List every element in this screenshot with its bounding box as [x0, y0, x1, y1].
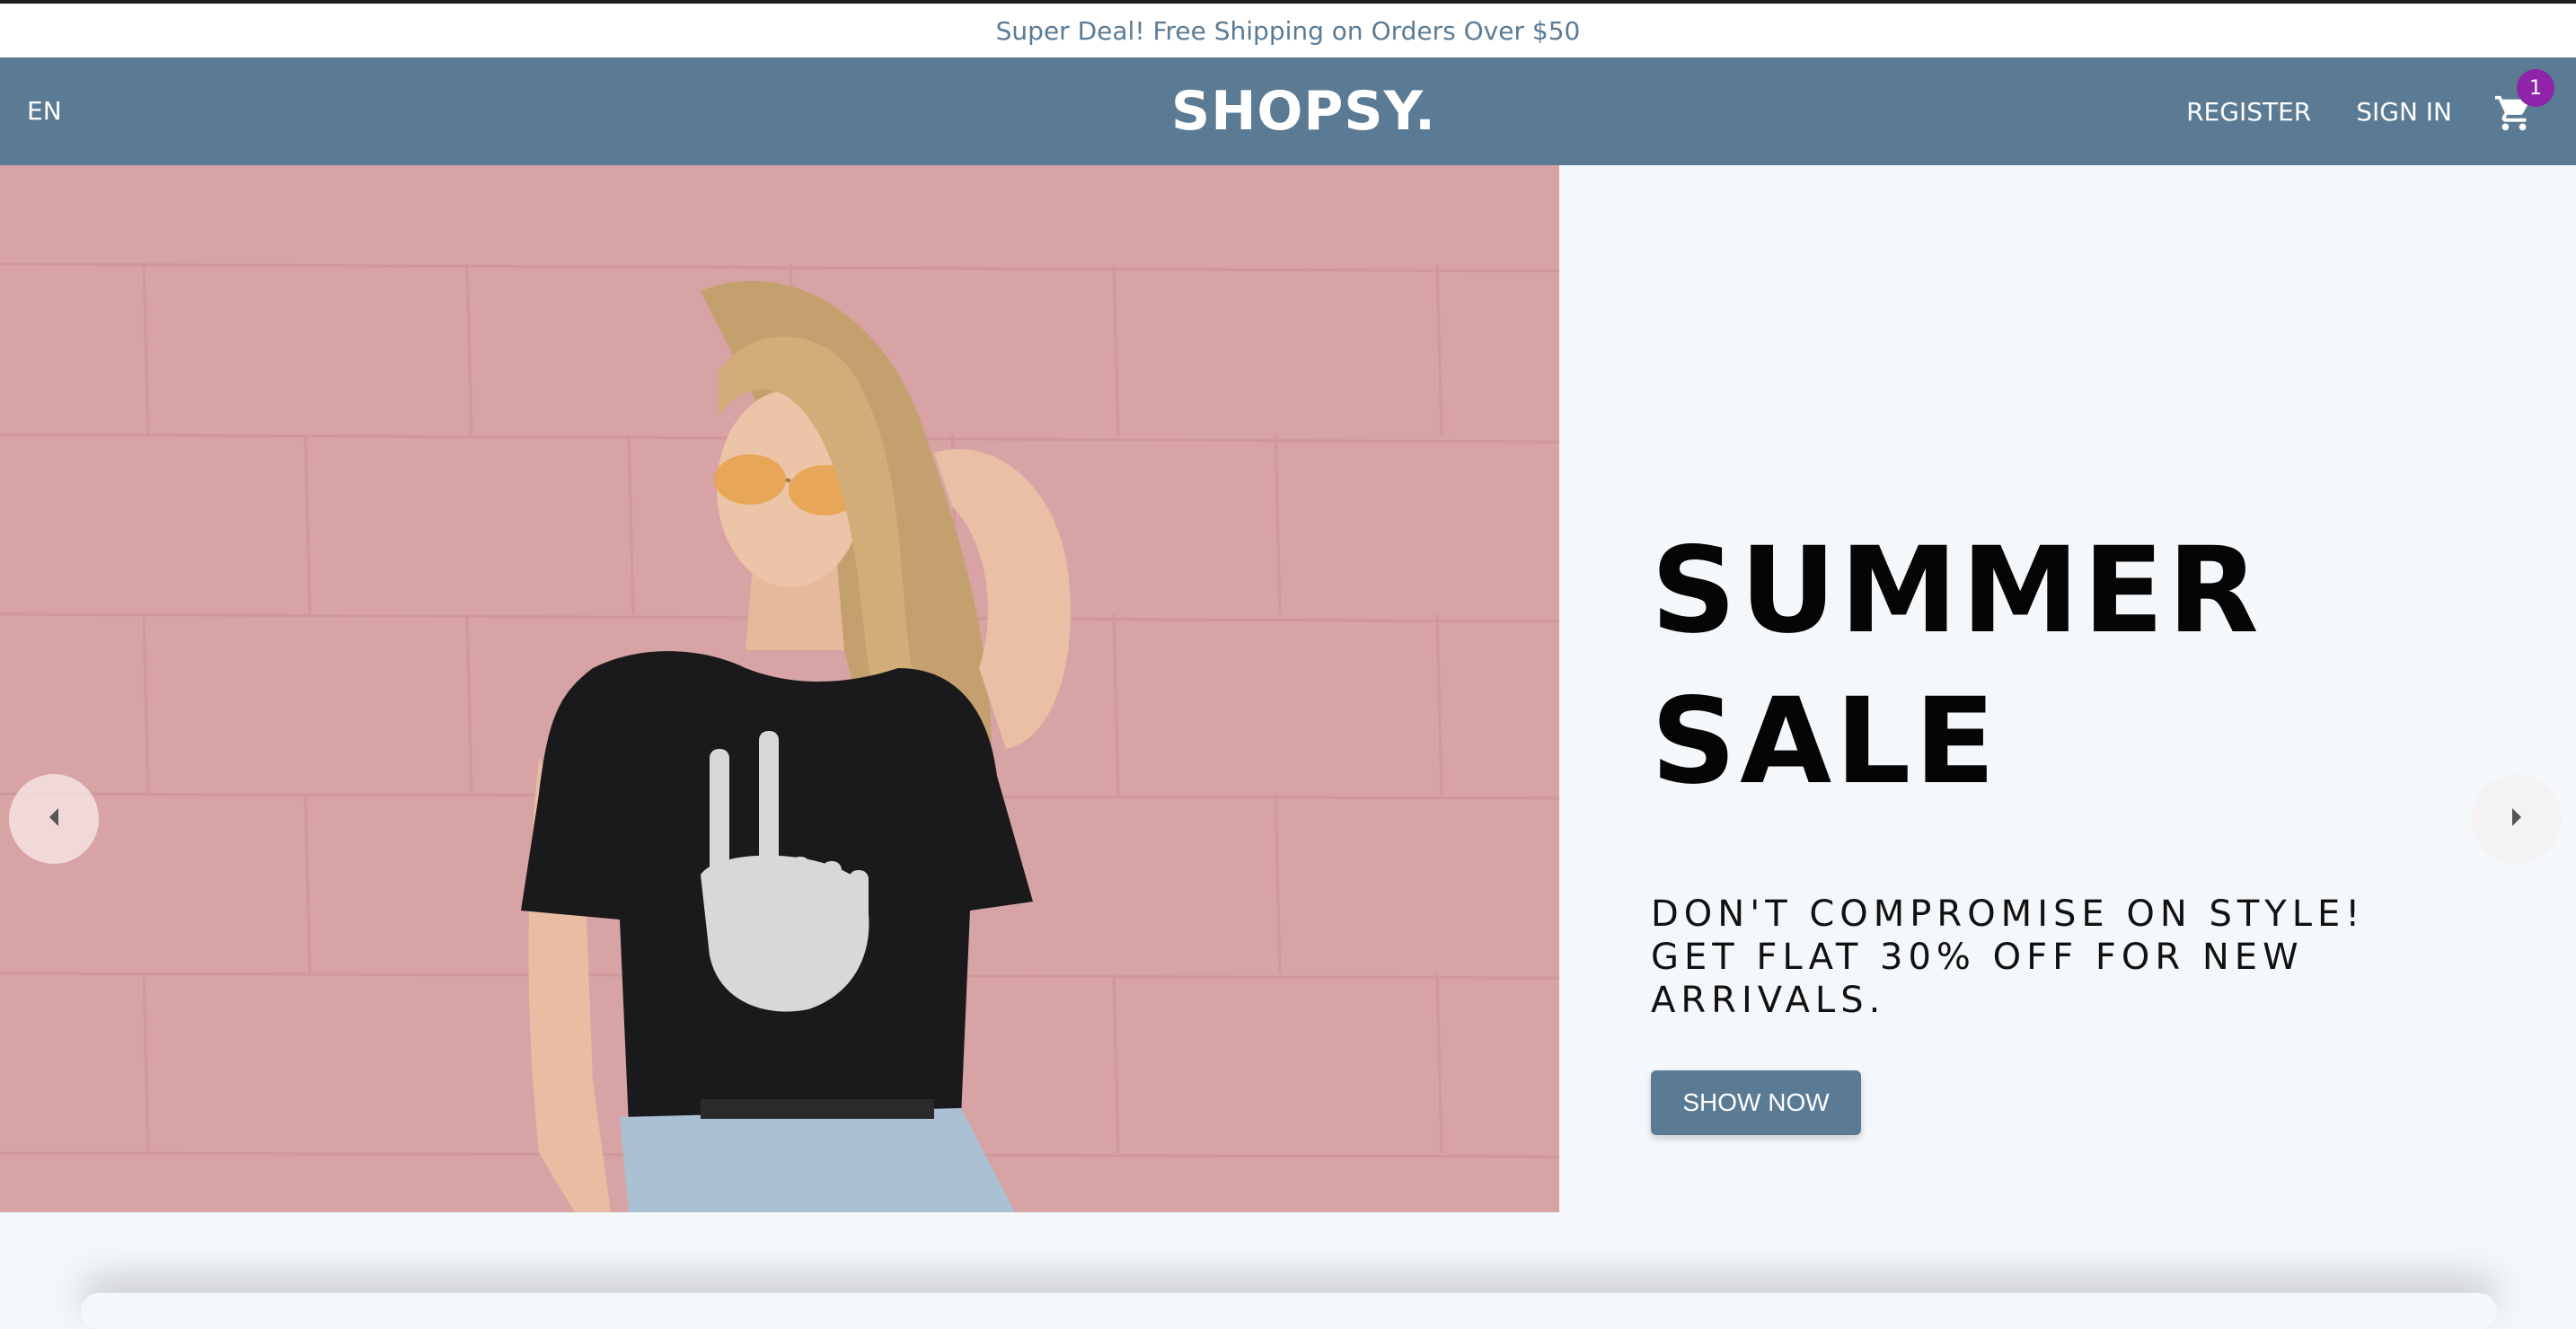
cart-count-badge: 1 — [2517, 69, 2554, 107]
register-link[interactable]: REGISTER — [2186, 97, 2311, 127]
hero-description: DON'T COMPROMISE ON STYLE! GET FLAT 30% … — [1651, 893, 2366, 1021]
cart-button[interactable]: 1 — [2493, 69, 2554, 134]
hero-title-line-1: SUMMER — [1651, 522, 2263, 660]
show-now-button[interactable]: SHOW NOW — [1651, 1070, 1861, 1135]
hero-photo — [0, 165, 1559, 1212]
slider-prev-button[interactable] — [9, 774, 99, 864]
navbar: EN SHOPSY. REGISTER SIGN IN 1 — [0, 57, 2576, 165]
hero-slider: SUMMER SALE DON'T COMPROMISE ON STYLE! G… — [0, 165, 2576, 1212]
next-section-card-edge — [81, 1293, 2497, 1329]
language-selector[interactable]: EN — [27, 57, 62, 165]
hero-text-panel: SUMMER SALE DON'T COMPROMISE ON STYLE! G… — [1651, 165, 2549, 1212]
caret-right-icon — [2509, 806, 2525, 832]
sign-in-link[interactable]: SIGN IN — [2356, 97, 2452, 127]
slider-next-button[interactable] — [2472, 774, 2562, 864]
brand-logo[interactable]: SHOPSY. — [1171, 57, 1436, 165]
nav-right-group: REGISTER SIGN IN 1 — [2186, 57, 2576, 165]
announcement-text: Super Deal! Free Shipping on Orders Over… — [995, 15, 1581, 46]
caret-left-icon — [46, 806, 62, 832]
announcement-bar: Super Deal! Free Shipping on Orders Over… — [0, 4, 2576, 57]
hero-title-line-2: SALE — [1651, 673, 1999, 811]
hero-title: SUMMER SALE — [1651, 515, 2263, 817]
